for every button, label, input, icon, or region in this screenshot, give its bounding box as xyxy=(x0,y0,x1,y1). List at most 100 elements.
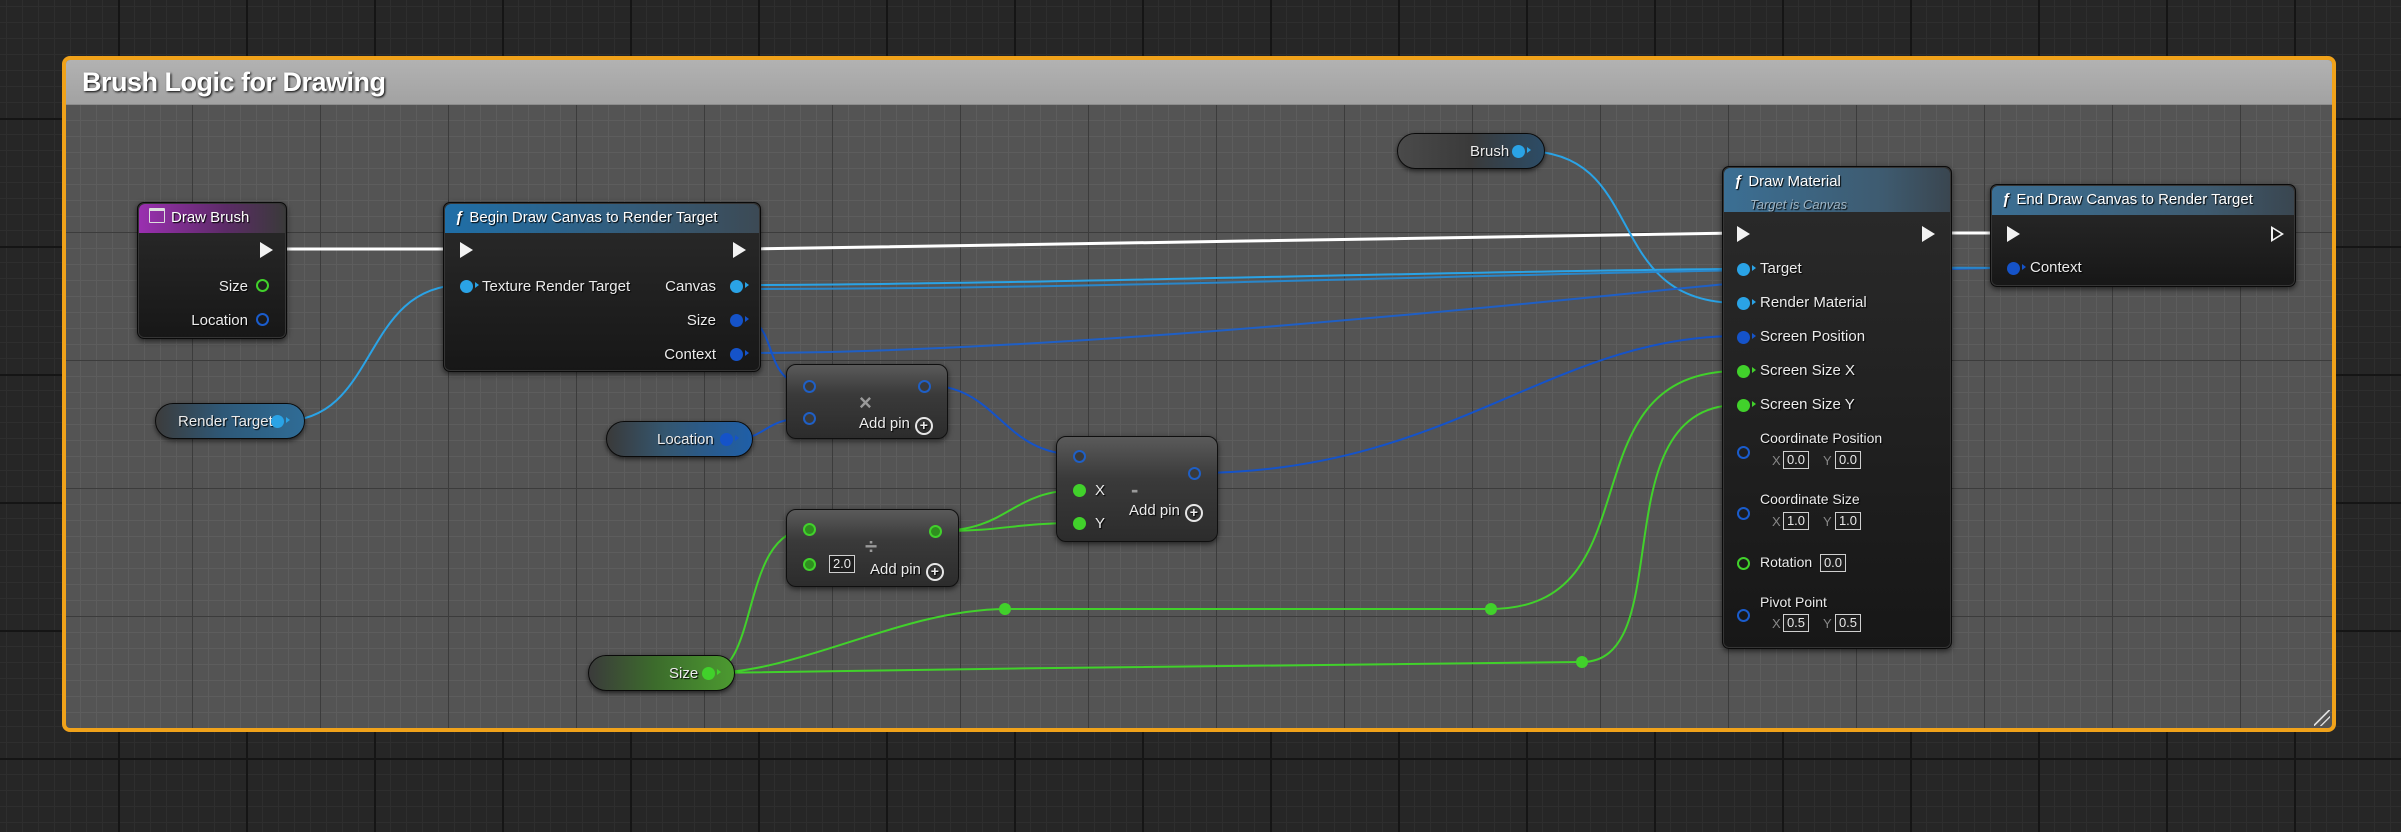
coord-pos-y-axis: Y xyxy=(1823,453,1832,468)
exec-in-pin[interactable] xyxy=(1737,226,1750,242)
coordinate-position-pin[interactable] xyxy=(1737,446,1750,459)
size-out-pin[interactable] xyxy=(730,314,749,327)
pivot-x-axis: X xyxy=(1772,616,1781,631)
pivot-y-input[interactable]: 0.5 xyxy=(1835,614,1861,632)
brush-variable[interactable]: Brush xyxy=(1397,133,1545,169)
draw-material-node[interactable]: ƒ Draw Material Target is Canvas Target R… xyxy=(1722,166,1952,649)
coordinate-size-pin[interactable] xyxy=(1737,507,1750,520)
multiply-add-pin-button[interactable]: Add pin + xyxy=(859,415,933,435)
multiply-in-a-pin[interactable] xyxy=(803,380,816,393)
render-target-variable[interactable]: Render Target xyxy=(155,403,305,439)
comment-header[interactable]: Brush Logic for Drawing xyxy=(66,60,2332,105)
size-label: Size xyxy=(669,665,699,682)
multiply-in-b-pin[interactable] xyxy=(803,412,816,425)
context-out-pin[interactable] xyxy=(730,348,749,361)
texture-render-target-pin[interactable] xyxy=(460,280,479,293)
add-pin-label: Add pin xyxy=(859,415,910,432)
pivot-y-axis: Y xyxy=(1823,616,1832,631)
subtract-node[interactable]: X Y - Add pin + xyxy=(1056,436,1218,542)
location-variable[interactable]: Location xyxy=(606,421,753,457)
rotation-pin[interactable] xyxy=(1737,557,1750,570)
subtract-add-pin-button[interactable]: Add pin + xyxy=(1129,502,1203,522)
screen-size-x-pin[interactable] xyxy=(1737,365,1756,378)
end-draw-header[interactable]: ƒ End Draw Canvas to Render Target xyxy=(1992,186,2294,215)
comment-title[interactable]: Brush Logic for Drawing xyxy=(82,67,386,98)
location-out-pin[interactable] xyxy=(256,313,269,326)
subtract-x-label: X xyxy=(1095,482,1106,499)
begin-draw-header[interactable]: ƒ Begin Draw Canvas to Render Target xyxy=(445,204,759,233)
size-pin-label: Size xyxy=(686,312,716,329)
coord-size-y-input[interactable]: 1.0 xyxy=(1835,512,1861,530)
end-draw-canvas-node[interactable]: ƒ End Draw Canvas to Render Target Contex… xyxy=(1990,184,2296,287)
context-label: Context xyxy=(2030,259,2082,276)
subtract-out-pin[interactable] xyxy=(1188,467,1201,480)
coord-pos-y-input[interactable]: 0.0 xyxy=(1835,451,1861,469)
exec-out-pin[interactable] xyxy=(2271,226,2284,242)
render-target-label: Render Target xyxy=(178,413,273,430)
add-pin-icon[interactable]: + xyxy=(1184,504,1203,522)
size-out-pin[interactable] xyxy=(256,279,269,292)
draw-brush-node[interactable]: Draw Brush Size Location xyxy=(137,202,287,339)
render-target-out-pin[interactable] xyxy=(271,415,290,428)
coord-size-y-axis: Y xyxy=(1823,514,1832,529)
exec-out-pin[interactable] xyxy=(1922,226,1935,242)
divide-in-b-pin[interactable] xyxy=(803,558,816,571)
screen-position-pin[interactable] xyxy=(1737,331,1756,344)
texture-render-target-label: Texture Render Target xyxy=(482,278,631,295)
pivot-point-label: Pivot Point xyxy=(1760,594,1827,610)
add-pin-icon[interactable]: + xyxy=(925,563,944,581)
screen-size-y-pin[interactable] xyxy=(1737,399,1756,412)
brush-out-pin[interactable] xyxy=(1512,145,1531,158)
draw-brush-header[interactable]: Draw Brush xyxy=(139,204,285,233)
coord-pos-x-input[interactable]: 0.0 xyxy=(1783,451,1809,469)
multiply-node[interactable]: × Add pin + xyxy=(786,364,948,439)
event-icon xyxy=(149,208,165,223)
screen-position-label: Screen Position xyxy=(1760,328,1866,345)
subtract-x-pin[interactable] xyxy=(1073,484,1086,497)
divide-out-pin[interactable] xyxy=(929,525,942,538)
divide-operator: ÷ xyxy=(865,534,878,559)
target-pin[interactable] xyxy=(1737,263,1756,276)
canvas-out-pin[interactable] xyxy=(730,280,749,293)
location-out-pin[interactable] xyxy=(720,433,739,446)
subtract-y-pin[interactable] xyxy=(1073,517,1086,530)
size-variable[interactable]: Size xyxy=(588,655,735,691)
context-in-pin[interactable] xyxy=(2007,262,2026,275)
target-label: Target xyxy=(1760,260,1802,277)
resize-grip-icon[interactable] xyxy=(2314,710,2330,726)
comment-box[interactable]: Brush Logic for Drawing xyxy=(62,56,2336,732)
rotation-input[interactable]: 0.0 xyxy=(1820,554,1846,572)
render-material-pin[interactable] xyxy=(1737,297,1756,310)
begin-draw-canvas-node[interactable]: ƒ Begin Draw Canvas to Render Target Text… xyxy=(443,202,761,372)
screen-size-y-label: Screen Size Y xyxy=(1760,396,1855,413)
function-icon: ƒ xyxy=(1734,173,1743,190)
coordinate-position-label: Coordinate Position xyxy=(1760,430,1883,446)
size-out-pin[interactable] xyxy=(702,667,721,680)
divide-node[interactable]: ÷ 2.0 Add pin + xyxy=(786,509,959,587)
subtract-in-pin[interactable] xyxy=(1073,450,1086,463)
end-draw-title: End Draw Canvas to Render Target xyxy=(2016,191,2253,208)
render-material-label: Render Material xyxy=(1760,294,1867,311)
subtract-operator: - xyxy=(1131,477,1139,502)
divide-add-pin-button[interactable]: Add pin + xyxy=(870,561,944,581)
coord-size-x-input[interactable]: 1.0 xyxy=(1783,512,1809,530)
exec-out-pin[interactable] xyxy=(260,242,273,258)
divide-in-a-pin[interactable] xyxy=(803,523,816,536)
exec-out-pin[interactable] xyxy=(733,242,746,258)
exec-in-pin[interactable] xyxy=(460,242,473,258)
add-pin-label: Add pin xyxy=(1129,502,1180,519)
add-pin-icon[interactable]: + xyxy=(914,417,933,435)
draw-material-subtitle: Target is Canvas xyxy=(1750,197,1848,212)
draw-material-header[interactable]: ƒ Draw Material Target is Canvas xyxy=(1724,168,1950,212)
rotation-label: Rotation xyxy=(1760,554,1813,570)
exec-in-pin[interactable] xyxy=(2007,226,2020,242)
pivot-point-pin[interactable] xyxy=(1737,609,1750,622)
coord-pos-x-axis: X xyxy=(1772,453,1781,468)
function-icon: ƒ xyxy=(2002,191,2011,208)
pivot-x-input[interactable]: 0.5 xyxy=(1783,614,1809,632)
multiply-operator: × xyxy=(859,390,872,415)
context-pin-label: Context xyxy=(664,346,716,363)
divide-value-input[interactable]: 2.0 xyxy=(829,555,855,573)
multiply-out-pin[interactable] xyxy=(918,380,931,393)
draw-brush-title: Draw Brush xyxy=(171,209,250,226)
